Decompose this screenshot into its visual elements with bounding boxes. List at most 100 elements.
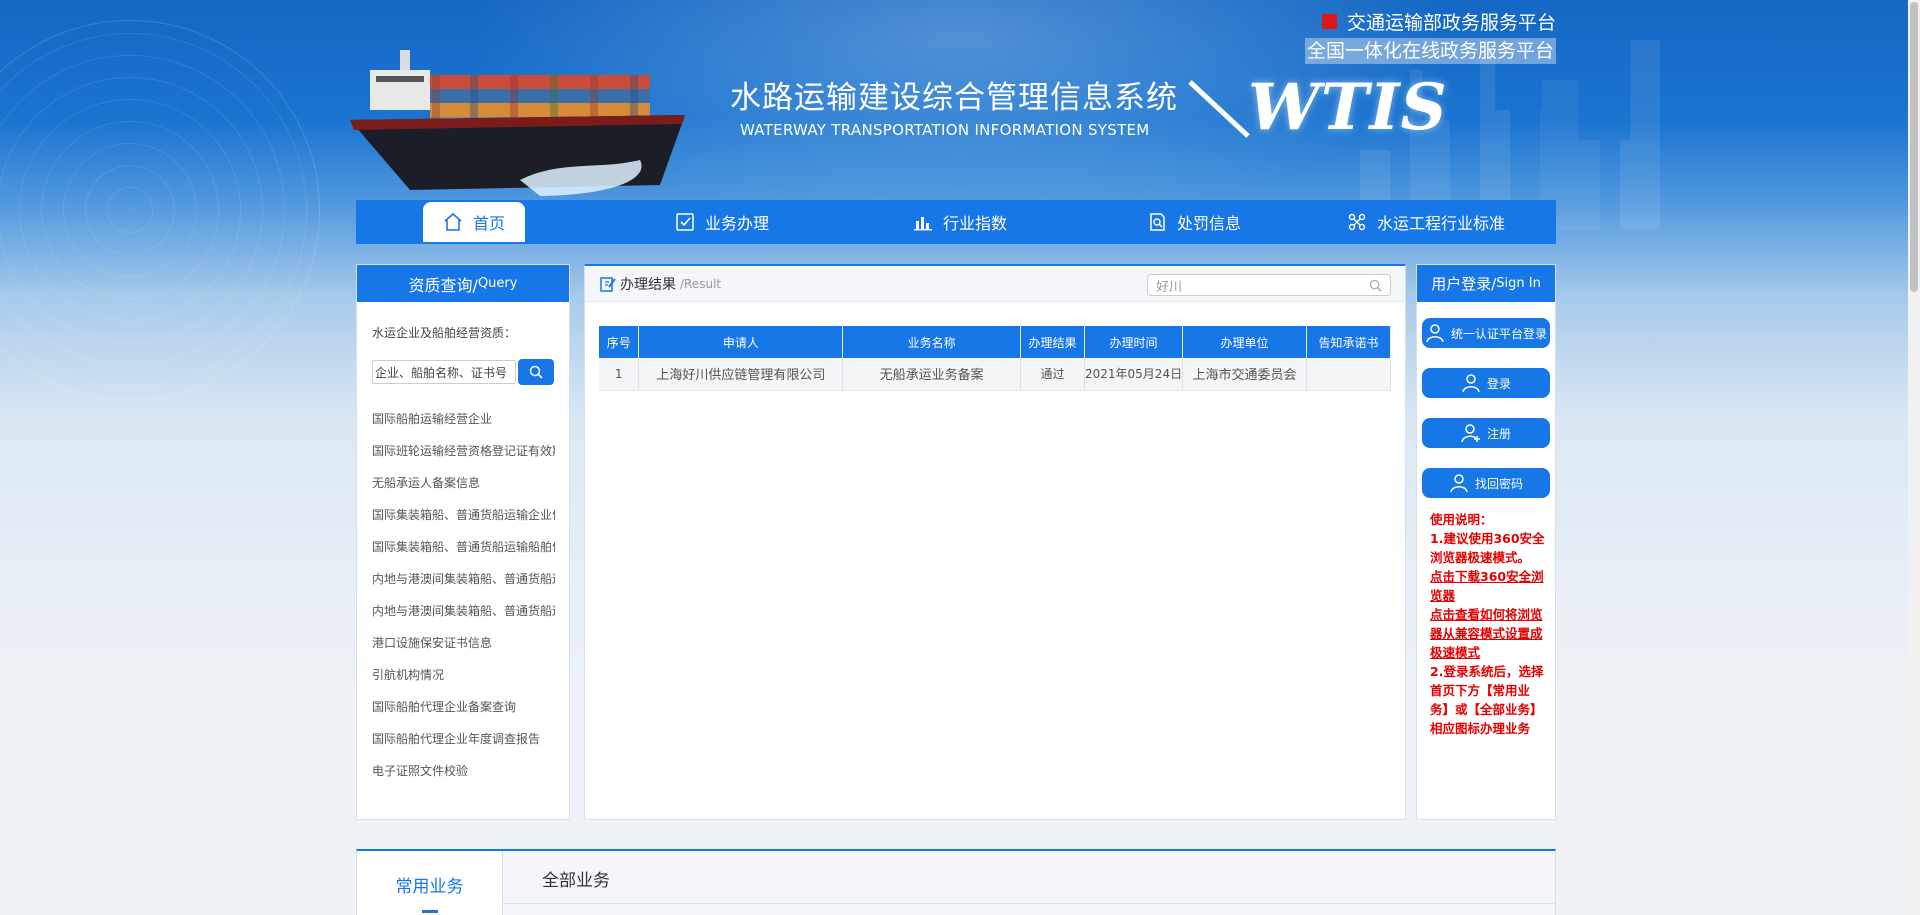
search-icon[interactable]	[1369, 279, 1382, 292]
user-icon	[1450, 474, 1468, 493]
query-title: 资质查询/	[408, 275, 478, 295]
query-link[interactable]: 无船承运人备案信息	[357, 467, 555, 499]
col-result: 办理结果	[1020, 326, 1085, 358]
user-add-icon	[1461, 424, 1480, 443]
query-link[interactable]: 国际船舶运输经营企业	[357, 403, 555, 435]
login-panel-header: 用户登录/Sign In	[1417, 265, 1555, 302]
nav-penalty-label: 处罚信息	[1176, 214, 1241, 233]
nav-penalty[interactable]: 处罚信息	[1129, 202, 1259, 242]
notes-heading: 使用说明：	[1430, 512, 1493, 527]
query-title-en: Query	[477, 276, 518, 291]
cell-time: 2021年05月24日	[1084, 358, 1184, 391]
register-button[interactable]: 注册	[1422, 418, 1550, 448]
tab-common-business[interactable]: 常用业务	[357, 851, 503, 915]
login-panel: 用户登录/Sign In 统一认证平台登录 登录 注册 找回密码 使用说明： 1…	[1416, 264, 1556, 820]
query-link[interactable]: 引航机构情况	[357, 659, 555, 691]
register-label: 注册	[1486, 426, 1511, 441]
red-square-icon	[1321, 13, 1337, 29]
nav-business-label: 业务办理	[704, 214, 769, 233]
user-icon	[1462, 374, 1480, 393]
business-tabs: 常用业务 全部业务	[356, 849, 1556, 915]
cell-business-name: 无船承运业务备案	[842, 358, 1022, 391]
result-search-input[interactable]	[1156, 277, 1356, 293]
cell-applicant: 上海好川供应链管理有限公司	[638, 358, 844, 391]
nav-business[interactable]: 业务办理	[657, 202, 787, 242]
result-panel-header: 办理结果 /Result	[585, 266, 1405, 302]
nav-standards-label: 水运工程行业标准	[1376, 214, 1505, 233]
mot-platform-link[interactable]: 交通运输部政务服务平台	[1305, 8, 1556, 34]
cell-unit: 上海市交通委员会	[1182, 358, 1308, 391]
cargo-ship-image	[350, 50, 685, 196]
query-search-input[interactable]	[372, 360, 516, 384]
query-panel-header: 资质查询/Query	[357, 265, 569, 302]
system-subtitle: WATERWAY TRANSPORTATION INFORMATION SYST…	[740, 121, 1150, 139]
query-list: 国际船舶运输经营企业 国际班轮运输经营资格登记证有效期 无船承运人备案信息 国际…	[357, 403, 569, 787]
wtis-logo: WTIS	[1248, 70, 1448, 145]
result-search-box	[1147, 274, 1391, 296]
nav-home[interactable]: 首页	[423, 202, 525, 242]
query-link[interactable]: 内地与港澳间集装箱船、普通货船运输企业	[357, 563, 555, 595]
table-row[interactable]: 1 上海好川供应链管理有限公司 无船承运业务备案 通过 2021年05月24日 …	[599, 358, 1391, 391]
usage-notes: 使用说明： 1.建议使用360安全浏览器极速模式。 点击下载360安全浏览器 点…	[1430, 510, 1548, 738]
download-browser-link[interactable]: 点击下载360安全浏览器	[1430, 567, 1548, 605]
col-time: 办理时间	[1084, 326, 1184, 358]
active-tab-marker	[422, 910, 438, 913]
nav-index[interactable]: 行业指数	[895, 202, 1025, 242]
query-search-button[interactable]	[518, 359, 554, 385]
system-title: 水路运输建设综合管理信息系统	[730, 80, 1178, 116]
edit-document-icon	[600, 276, 616, 292]
nav-standards[interactable]: 水运工程行业标准	[1341, 202, 1511, 242]
col-applicant: 申请人	[638, 326, 844, 358]
login-title-en: Sign In	[1496, 276, 1541, 291]
result-panel: 办理结果 /Result 序号 申请人 业务名称 办理结果 办理时间 办理单位 …	[584, 264, 1406, 820]
bar-chart-icon	[913, 217, 932, 231]
search-icon	[529, 365, 543, 379]
query-link[interactable]: 国际集装箱船、普通货船运输船舶信息	[357, 531, 555, 563]
query-link[interactable]: 国际船舶代理企业备案查询	[357, 691, 555, 723]
query-link[interactable]: 国际班轮运输经营资格登记证有效期	[357, 435, 555, 467]
cell-commitment[interactable]	[1306, 358, 1391, 391]
query-link[interactable]: 内地与港澳间集装箱船、普通货船运输船舶	[357, 595, 555, 627]
top-links: 交通运输部政务服务平台 全国一体化在线政务服务平台	[1304, 8, 1556, 64]
page-scrollbar[interactable]	[1908, 0, 1920, 915]
recover-password-label: 找回密码	[1474, 476, 1523, 491]
national-platform-link[interactable]: 全国一体化在线政务服务平台	[1304, 38, 1556, 64]
cell-result: 通过	[1020, 358, 1085, 391]
globe-decoration	[0, 20, 320, 400]
query-link[interactable]: 国际船舶代理企业年度调查报告	[357, 723, 555, 755]
login-title: 用户登录/	[1431, 275, 1497, 293]
scrollbar-thumb[interactable]	[1910, 2, 1918, 292]
login-label: 登录	[1486, 376, 1511, 391]
col-commitment: 告知承诺书	[1306, 326, 1391, 358]
col-index: 序号	[599, 326, 640, 358]
nav-index-label: 行业指数	[942, 214, 1007, 233]
col-unit: 办理单位	[1182, 326, 1308, 358]
unified-login-label: 统一认证平台登录	[1450, 326, 1547, 341]
result-title-en: /Result	[680, 276, 722, 291]
tabs-divider	[503, 903, 1555, 904]
tab-all-business[interactable]: 全部业务	[503, 851, 649, 905]
login-button[interactable]: 登录	[1422, 368, 1550, 398]
unified-login-button[interactable]: 统一认证平台登录	[1422, 318, 1550, 348]
query-link[interactable]: 电子证照文件校验	[357, 755, 555, 787]
query-link[interactable]: 港口设施保安证书信息	[357, 627, 555, 659]
col-business-name: 业务名称	[842, 326, 1022, 358]
mot-platform-label: 交通运输部政务服务平台	[1346, 11, 1556, 34]
table-header-row: 序号 申请人 业务名称 办理结果 办理时间 办理单位 告知承诺书	[599, 326, 1391, 358]
notes-line1: 1.建议使用360安全浏览器极速模式。	[1430, 531, 1545, 565]
document-search-icon	[1150, 213, 1165, 231]
query-label: 水运企业及船舶经营资质：	[372, 326, 517, 340]
browser-mode-help-link[interactable]: 点击查看如何将浏览器从兼容模式设置成极速模式	[1430, 605, 1548, 662]
notes-line2: 2.登录系统后，选择首页下方【常用业务】或【全部业务】相应图标办理业务	[1430, 664, 1544, 736]
tab-all-business-label: 全部业务	[542, 870, 610, 891]
recover-password-button[interactable]: 找回密码	[1422, 468, 1550, 498]
result-title: 办理结果	[620, 276, 676, 293]
query-link[interactable]: 国际集装箱船、普通货船运输企业信息	[357, 499, 555, 531]
cell-index: 1	[599, 358, 640, 391]
nav-home-label: 首页	[472, 214, 505, 233]
home-icon	[444, 212, 462, 231]
query-panel: 资质查询/Query 水运企业及船舶经营资质： 国际船舶运输经营企业 国际班轮运…	[356, 264, 570, 820]
query-search-row	[372, 359, 569, 385]
tab-common-business-label: 常用业务	[395, 876, 464, 897]
result-table: 序号 申请人 业务名称 办理结果 办理时间 办理单位 告知承诺书 1 上海好川供…	[599, 326, 1391, 391]
